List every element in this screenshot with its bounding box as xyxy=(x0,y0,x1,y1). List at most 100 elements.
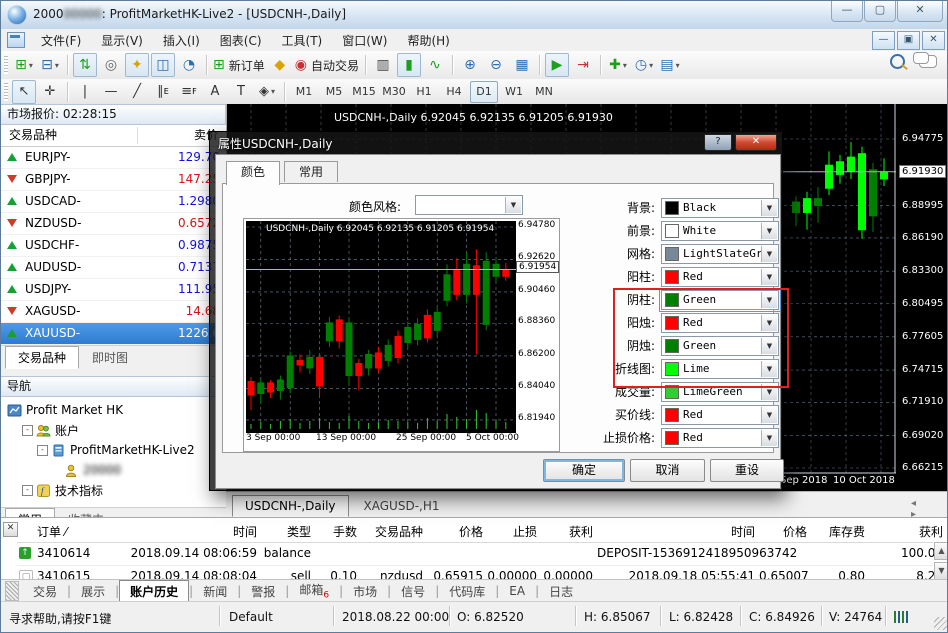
expand-icon[interactable]: - xyxy=(22,425,33,436)
channel-tool[interactable]: ∥E xyxy=(151,80,175,104)
terminal-tab-信号[interactable]: 信号 xyxy=(391,581,435,602)
tree-item-indicators[interactable]: -f技术指标 xyxy=(1,480,226,500)
terminal-column-header[interactable]: 订单 ⁄时间类型手数交易品种价格止损获利时间价格库存费获利 xyxy=(17,520,933,543)
market-watch-row[interactable]: EURJPY-129.70 xyxy=(1,147,226,169)
timeframe-MN[interactable]: MN xyxy=(530,81,558,103)
chevron-down-icon[interactable]: ▼ xyxy=(761,223,777,239)
chat-icon[interactable] xyxy=(919,55,937,68)
column-header[interactable]: 订单 ⁄ xyxy=(37,523,117,540)
menu-I[interactable]: 插入(I) xyxy=(153,29,210,52)
new-order-button[interactable]: ⊞新订单 xyxy=(212,53,266,77)
column-header[interactable]: 价格 xyxy=(759,523,807,540)
chevron-down-icon[interactable]: ▾ xyxy=(271,87,275,96)
toolbar-grip[interactable] xyxy=(4,83,8,101)
periods-button[interactable]: ◷▾ xyxy=(632,53,656,77)
color-select-Green[interactable]: Green▼ xyxy=(661,290,779,310)
ok-button[interactable]: 确定 xyxy=(543,459,625,482)
zoom-in-button[interactable]: ⊕ xyxy=(458,53,482,77)
chevron-down-icon[interactable]: ▼ xyxy=(761,292,777,308)
terminal-tab-市场[interactable]: 市场 xyxy=(343,581,387,602)
market-watch-row[interactable]: XAUUSD-1226.6 xyxy=(1,323,226,345)
timeframe-M1[interactable]: M1 xyxy=(290,81,318,103)
tree-item-user[interactable]: 20000 xyxy=(1,460,226,480)
menu-C[interactable]: 图表(C) xyxy=(210,29,272,52)
minimize-button[interactable]: — xyxy=(831,1,863,22)
close-button[interactable]: ✕ xyxy=(897,1,943,22)
scroll-up-icon[interactable]: ▲ xyxy=(934,542,948,560)
zoom-out-button[interactable]: ⊖ xyxy=(484,53,508,77)
timeframe-W1[interactable]: W1 xyxy=(500,81,528,103)
chevron-down-icon[interactable]: ▾ xyxy=(29,61,33,70)
column-header[interactable]: 止损 xyxy=(487,523,537,540)
tab-交易品种[interactable]: 交易品种 xyxy=(5,346,79,369)
chart-tab-USDCNHDaily[interactable]: USDCNH-,Daily xyxy=(232,495,349,517)
chevron-down-icon[interactable]: ▼ xyxy=(761,384,777,400)
indicators-button[interactable]: ✚▾ xyxy=(606,53,630,77)
terminal-button[interactable]: ◫ xyxy=(151,53,175,77)
tree-item-server[interactable]: -ProfitMarketHK-Live2 xyxy=(1,440,226,460)
column-header[interactable]: 价格 xyxy=(427,523,483,540)
data-window-button[interactable]: ◎ xyxy=(99,53,123,77)
menu-V[interactable]: 显示(V) xyxy=(91,29,153,52)
crosshair-tool[interactable]: ✛ xyxy=(38,80,62,104)
toolbar-grip[interactable] xyxy=(4,56,8,74)
trendline-tool[interactable]: ╱ xyxy=(125,80,149,104)
chevron-down-icon[interactable]: ▼ xyxy=(761,338,777,354)
color-select-Red[interactable]: Red▼ xyxy=(661,267,779,287)
color-select-Black[interactable]: Black▼ xyxy=(661,198,779,218)
order-row[interactable]: ▢34106152018.09.14 08:08:04sell0.10nzdus… xyxy=(17,565,933,580)
chart-tab-XAGUSDH1[interactable]: XAGUSD-,H1 xyxy=(351,495,453,517)
chevron-down-icon[interactable]: ▾ xyxy=(623,61,627,70)
mdi-restore-button[interactable]: ▣ xyxy=(897,31,920,50)
metaeditor-button[interactable]: ◆ xyxy=(268,53,292,77)
chevron-down-icon[interactable]: ▼ xyxy=(761,361,777,377)
dialog-tab-常用[interactable]: 常用 xyxy=(284,161,338,182)
mdi-close-button[interactable]: ✕ xyxy=(922,31,945,50)
tile-windows-button[interactable]: ▦ xyxy=(510,53,534,77)
cursor-tool[interactable]: ↖ xyxy=(12,80,36,104)
tree-item-accounts[interactable]: -账户 xyxy=(1,420,226,440)
order-row[interactable]: ↑34106142018.09.14 08:06:59balanceDEPOSI… xyxy=(17,542,933,566)
chevron-down-icon[interactable]: ▼ xyxy=(761,200,777,216)
cancel-button[interactable]: 取消 xyxy=(630,459,705,482)
new-chart-button[interactable]: ⊞▾ xyxy=(12,53,36,77)
autotrading-button[interactable]: ◉自动交易 xyxy=(294,53,360,77)
shapes-dropdown[interactable]: ◈▾ xyxy=(255,80,279,104)
market-watch-row[interactable]: USDCAD-1.2980 xyxy=(1,191,226,213)
search-icon[interactable] xyxy=(890,54,905,69)
chevron-down-icon[interactable]: ▼ xyxy=(761,315,777,331)
dialog-help-button[interactable]: ? xyxy=(704,134,732,151)
dialog-tab-颜色[interactable]: 颜色 xyxy=(226,161,280,185)
terminal-tab-日志[interactable]: 日志 xyxy=(539,581,583,602)
terminal-tab-邮箱[interactable]: 邮箱6 xyxy=(289,579,339,602)
restore-button[interactable]: ▢ xyxy=(864,1,896,22)
timeframe-M30[interactable]: M30 xyxy=(380,81,408,103)
terminal-scrollbar[interactable]: ▲ ▼ xyxy=(934,542,948,580)
menu-H[interactable]: 帮助(H) xyxy=(397,29,459,52)
dock-grip[interactable] xyxy=(5,581,19,601)
tab-即时图[interactable]: 即时图 xyxy=(79,346,141,369)
terminal-tab-EA[interactable]: EA xyxy=(499,582,535,600)
terminal-tab-代码库[interactable]: 代码库 xyxy=(439,581,495,602)
hline-tool[interactable]: — xyxy=(99,80,123,104)
chevron-down-icon[interactable]: ▼ xyxy=(761,269,777,285)
column-header[interactable]: 时间 xyxy=(597,523,755,540)
line-chart-button[interactable]: ∿ xyxy=(423,53,447,77)
column-header[interactable]: 类型 xyxy=(261,523,311,540)
timeframe-M5[interactable]: M5 xyxy=(320,81,348,103)
market-watch-row[interactable]: AUDUSD-0.7137 xyxy=(1,257,226,279)
menu-F[interactable]: 文件(F) xyxy=(31,29,91,52)
auto-scroll-button[interactable]: ▶ xyxy=(545,53,569,77)
color-scheme-select[interactable]: ▼ xyxy=(415,195,523,215)
vline-tool[interactable]: | xyxy=(73,80,97,104)
terminal-tab-展示[interactable]: 展示 xyxy=(71,581,115,602)
timeframe-H4[interactable]: H4 xyxy=(440,81,468,103)
market-watch-row[interactable]: GBPJPY-147.25 xyxy=(1,169,226,191)
reset-button[interactable]: 重设 xyxy=(710,459,784,482)
market-watch-row[interactable]: USDJPY-111.95 xyxy=(1,279,226,301)
color-select-LightSlateGr[interactable]: LightSlateGr▼ xyxy=(661,244,779,264)
chevron-down-icon[interactable]: ▼ xyxy=(761,430,777,446)
column-header[interactable]: 交易品种 xyxy=(361,523,423,540)
market-watch-row[interactable]: NZDUSD-0.6572 xyxy=(1,213,226,235)
mdi-minimize-button[interactable]: — xyxy=(872,31,895,50)
